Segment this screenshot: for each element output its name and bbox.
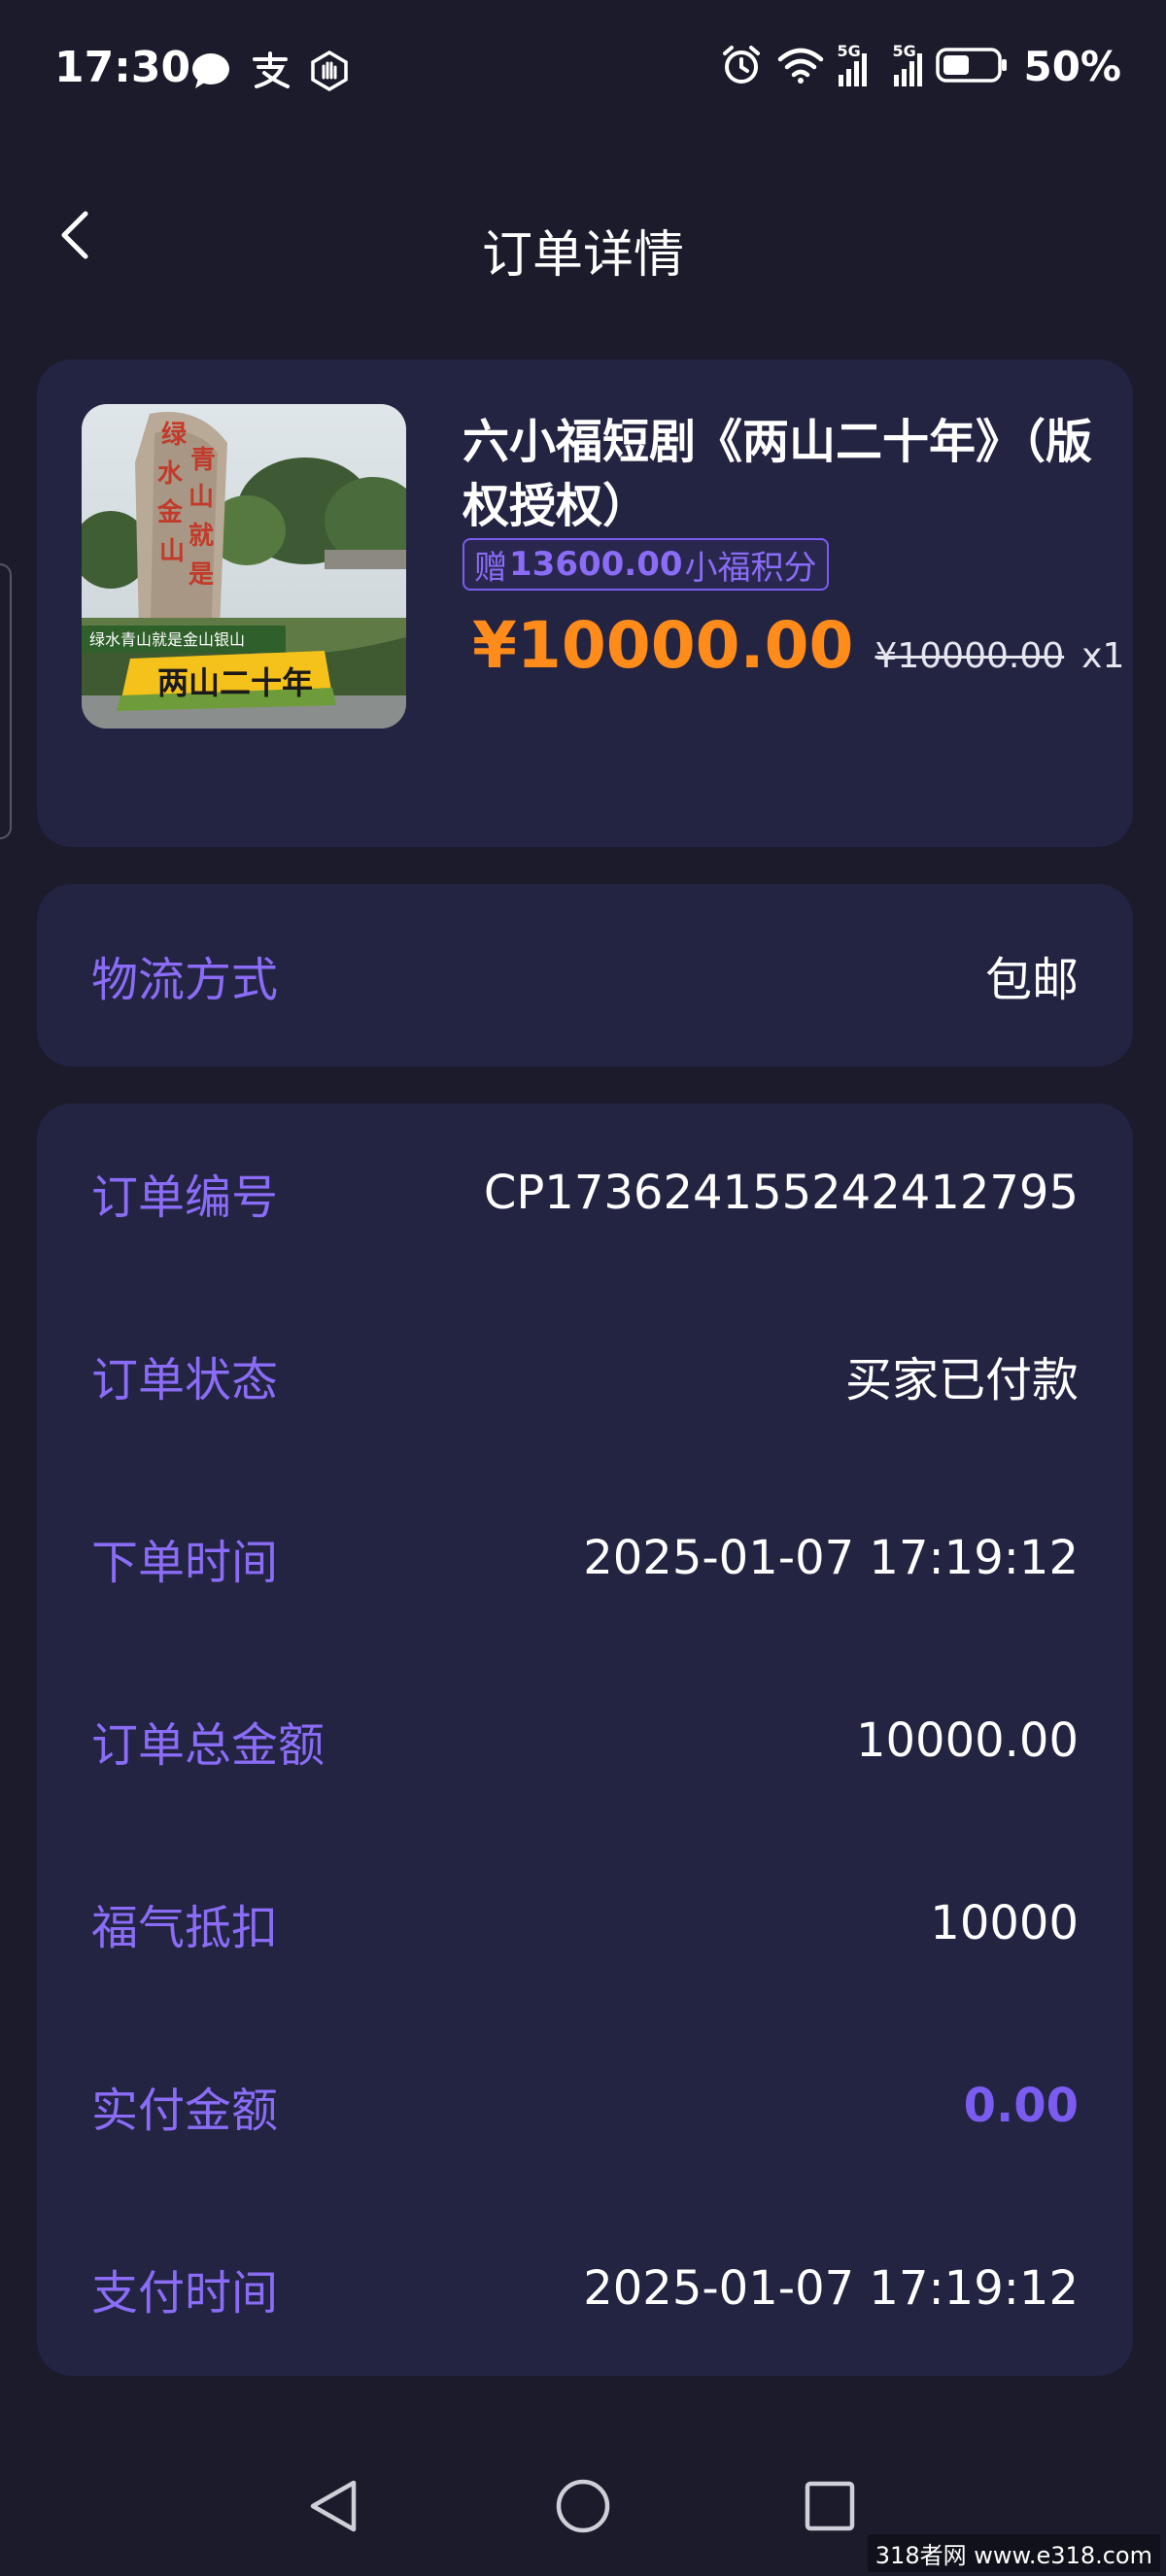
- page-header: 订单详情: [0, 185, 1166, 301]
- order-status-row: 订单状态 买家已付款: [91, 1337, 1079, 1414]
- order-status-value: 买家已付款: [844, 1353, 1079, 1407]
- price-row: ¥10000.00 ¥10000.00 x1: [472, 608, 1124, 683]
- logistics-label: 物流方式: [91, 953, 279, 1007]
- nav-back-button[interactable]: [297, 2467, 375, 2545]
- payment-time-row: 支付时间 2025-01-07 17:19:12: [91, 2250, 1079, 2327]
- message-icon: [190, 51, 231, 94]
- svg-text:青: 青: [190, 446, 216, 475]
- paid-amount-value: 0.00: [963, 2079, 1079, 2133]
- product-card[interactable]: 绿 水 青 山 金 山 就 是 绿水青山就是金山银山 两山二十年 六小福短剧《两…: [37, 359, 1133, 847]
- svg-text:两山二十年: 两山二十年: [157, 664, 313, 701]
- bonus-prefix: 赠: [474, 548, 507, 588]
- watermark: 318者网 www.e318.com: [867, 2534, 1160, 2572]
- logistics-row: 物流方式 包邮: [91, 936, 1079, 1014]
- current-price: ¥10000.00: [472, 608, 854, 683]
- square-recents-icon: [805, 2481, 855, 2531]
- signal-icon: 5G: [837, 42, 868, 86]
- product-thumbnail[interactable]: 绿 水 青 山 金 山 就 是 绿水青山就是金山银山 两山二十年: [82, 404, 406, 729]
- order-info-card: 订单编号 CP17362415524241279​5 订单状态 买家已付款 下单…: [37, 1103, 1133, 2376]
- battery-percentage: 50%: [1023, 43, 1121, 90]
- original-price: ¥10000.00: [874, 636, 1065, 676]
- order-total-value: 10000.00: [855, 1713, 1079, 1768]
- points-deduction-value: 10000: [930, 1896, 1079, 1950]
- bonus-amount: 13600.00: [509, 545, 683, 584]
- status-time: 17:30: [54, 43, 191, 92]
- product-name: 六小福短剧《两山二十年》（版权授权）: [463, 415, 1093, 533]
- status-left-icons: [190, 50, 350, 95]
- alarm-icon: [720, 44, 763, 90]
- hand-shield-icon: [309, 50, 350, 95]
- svg-text:山: 山: [159, 537, 185, 566]
- payment-time-value: 2025-01-07 17:19:12: [583, 2261, 1079, 2316]
- logistics-card: 物流方式 包邮: [37, 884, 1133, 1067]
- battery-icon: [936, 46, 1010, 88]
- order-number-label: 订单编号: [91, 1170, 279, 1225]
- alipay-icon: [249, 51, 292, 94]
- svg-text:就: 就: [189, 522, 214, 551]
- status-right-icons: 5G 5G 50%: [720, 42, 1121, 90]
- order-number-row: 订单编号 CP17362415524241279​5: [91, 1154, 1079, 1232]
- status-bar: 17:30 5G 5G 50%: [0, 0, 1166, 146]
- points-deduction-label: 福气抵扣: [91, 1901, 279, 1955]
- order-total-label: 订单总金额: [91, 1718, 326, 1773]
- bonus-suffix: 小福积分: [684, 548, 817, 588]
- nav-recents-button[interactable]: [791, 2467, 869, 2545]
- svg-text:绿: 绿: [161, 421, 188, 450]
- order-status-label: 订单状态: [91, 1353, 279, 1407]
- points-deduction-row: 福气抵扣 10000: [91, 1884, 1079, 1962]
- page-title: 订单详情: [481, 226, 684, 285]
- paid-amount-label: 实付金额: [91, 2084, 279, 2138]
- wifi-icon: [776, 46, 825, 88]
- order-total-row: 订单总金额 10000.00: [91, 1702, 1079, 1779]
- svg-text:水: 水: [157, 459, 184, 489]
- signal-icon: 5G: [892, 42, 923, 86]
- svg-text:是: 是: [189, 560, 214, 590]
- order-time-row: 下单时间 2025-01-07 17:19:12: [91, 1519, 1079, 1597]
- bonus-points-tag: 赠 13600.00 小福积分: [463, 538, 829, 591]
- svg-text:山: 山: [189, 483, 214, 512]
- order-number-value[interactable]: CP17362415524241279​5: [484, 1166, 1079, 1220]
- circle-home-icon: [556, 2479, 610, 2533]
- quantity: x1: [1081, 636, 1125, 676]
- side-edge-handle[interactable]: [0, 563, 12, 839]
- triangle-back-icon: [310, 2480, 357, 2532]
- order-time-value: 2025-01-07 17:19:12: [583, 1531, 1079, 1585]
- paid-amount-row: 实付金额 0.00: [91, 2067, 1079, 2145]
- order-time-label: 下单时间: [91, 1536, 279, 1590]
- nav-home-button[interactable]: [544, 2467, 622, 2545]
- svg-text:金: 金: [156, 497, 184, 527]
- payment-time-label: 支付时间: [91, 2266, 279, 2321]
- svg-text:绿水青山就是金山银山: 绿水青山就是金山银山: [89, 630, 245, 649]
- logistics-value: 包邮: [984, 953, 1079, 1007]
